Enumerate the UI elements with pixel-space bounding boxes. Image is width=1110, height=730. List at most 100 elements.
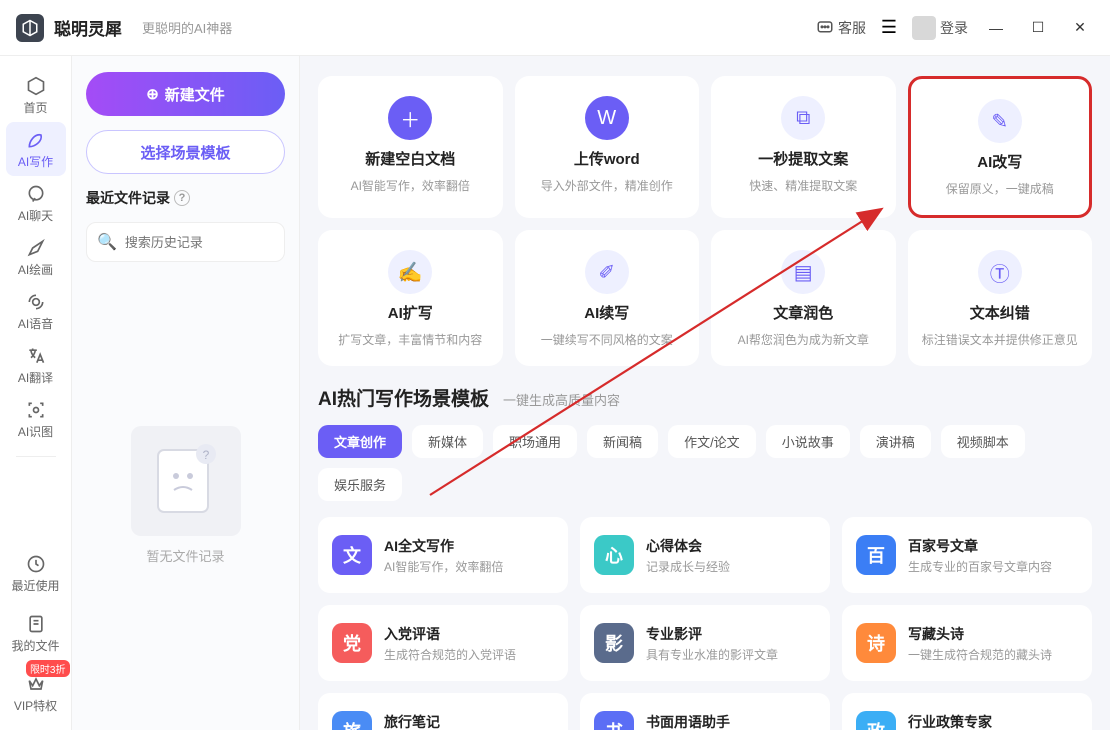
tab-5[interactable]: 小说故事 [766, 425, 850, 458]
app-name: 聪明灵犀 [54, 15, 122, 40]
feature-card-3[interactable]: ✎AI改写保留原义，一键成稿 [908, 76, 1093, 218]
feature-desc: AI智能写作，效率翻倍 [351, 177, 470, 194]
feature-title: 文章润色 [773, 302, 833, 323]
tab-6[interactable]: 演讲稿 [860, 425, 931, 458]
nav-label: VIP特权 [14, 697, 57, 714]
template-item-8[interactable]: 政行业政策专家根据行业名称提供政策框架 [842, 693, 1092, 730]
feature-icon: ✐ [585, 250, 629, 294]
menu-icon[interactable]: ☰ [880, 19, 898, 37]
feature-card-2[interactable]: ⧉一秒提取文案快速、精准提取文案 [711, 76, 896, 218]
search-input[interactable] [125, 235, 301, 250]
empty-text: 暂无文件记录 [146, 546, 224, 565]
new-file-label: 新建文件 [165, 84, 225, 105]
template-icon: 影 [594, 623, 634, 663]
pick-template-label: 选择场景模板 [140, 145, 230, 162]
nav-item-brush[interactable]: AI绘画 [6, 230, 66, 284]
nav-label: AI写作 [18, 153, 53, 170]
nav-label: AI识图 [18, 423, 53, 440]
feature-title: 上传word [574, 148, 640, 169]
template-item-7[interactable]: 书书面用语助手高效智能写作好帮手 [580, 693, 830, 730]
tab-3[interactable]: 新闻稿 [587, 425, 658, 458]
template-icon: 党 [332, 623, 372, 663]
feature-icon: Ⓣ [978, 250, 1022, 294]
tab-2[interactable]: 职场通用 [493, 425, 577, 458]
empty-state: ? 暂无文件记录 [86, 276, 285, 714]
tab-8[interactable]: 娱乐服务 [318, 468, 402, 501]
feature-card-0[interactable]: ＋新建空白文档AI智能写作，效率翻倍 [318, 76, 503, 218]
template-icon: 诗 [856, 623, 896, 663]
template-title: 旅行笔记 [384, 712, 504, 730]
nav-label: 最近使用 [11, 577, 59, 594]
feature-desc: 扩写文章，丰富情节和内容 [338, 331, 482, 348]
template-item-5[interactable]: 诗写藏头诗一键生成符合规范的藏头诗 [842, 605, 1092, 681]
feature-title: AI扩写 [388, 302, 433, 323]
audio-icon [25, 291, 47, 313]
app-subtitle: 更聪明的AI神器 [142, 18, 232, 37]
file-icon [25, 613, 47, 635]
app-logo: 聪明灵犀 更聪明的AI神器 [16, 14, 232, 42]
sidebar-nav: 首页 AI写作 AI聊天 AI绘画 AI语音 AI翻译 AI识图 最近使用我的文件 VIP特权… [0, 56, 72, 730]
pen-icon [25, 129, 47, 151]
nav-label: 我的文件 [11, 637, 59, 654]
template-item-6[interactable]: 旅旅行笔记高效记录旅行中的点滴 [318, 693, 568, 730]
support-button[interactable]: 客服 [816, 18, 866, 38]
template-desc: 记录成长与经验 [646, 558, 730, 575]
feature-icon: ▤ [781, 250, 825, 294]
template-item-2[interactable]: 百百家号文章生成专业的百家号文章内容 [842, 517, 1092, 593]
section-subtitle: 一键生成高质量内容 [503, 390, 620, 409]
nav-label: AI语音 [18, 315, 53, 332]
nav-item-home[interactable]: 首页 [6, 68, 66, 122]
home-icon [25, 75, 47, 97]
login-button[interactable]: 登录 [912, 16, 968, 40]
feature-icon: ✍ [388, 250, 432, 294]
feature-desc: 一键续写不同风格的文案 [541, 331, 673, 348]
feature-title: 文本纠错 [970, 302, 1030, 323]
pick-template-button[interactable]: 选择场景模板 [86, 130, 285, 174]
scan-icon [25, 399, 47, 421]
search-icon: 🔍 [97, 232, 117, 252]
nav-label: AI绘画 [18, 261, 53, 278]
close-button[interactable]: ✕ [1066, 14, 1094, 42]
nav-item-file[interactable]: 我的文件 [6, 606, 66, 660]
support-label: 客服 [838, 18, 866, 38]
app-logo-icon [16, 14, 44, 42]
feature-icon: ✎ [978, 99, 1022, 143]
nav-item-pen[interactable]: AI写作 [6, 122, 66, 176]
tab-1[interactable]: 新媒体 [412, 425, 483, 458]
template-item-0[interactable]: 文AI全文写作AI智能写作，效率翻倍 [318, 517, 568, 593]
template-item-4[interactable]: 影专业影评具有专业水准的影评文章 [580, 605, 830, 681]
tab-0[interactable]: 文章创作 [318, 425, 402, 458]
template-title: 心得体会 [646, 536, 730, 556]
template-item-1[interactable]: 心心得体会记录成长与经验 [580, 517, 830, 593]
template-title: 行业政策专家 [908, 712, 1052, 730]
help-icon[interactable]: ? [174, 190, 190, 206]
login-label: 登录 [940, 18, 968, 38]
nav-item-scan[interactable]: AI识图 [6, 392, 66, 446]
search-box[interactable]: 🔍 [86, 222, 285, 262]
feature-card-7[interactable]: Ⓣ文本纠错标注错误文本并提供修正意见 [908, 230, 1093, 366]
template-icon: 旅 [332, 711, 372, 730]
template-title: 入党评语 [384, 624, 516, 644]
template-desc: AI智能写作，效率翻倍 [384, 558, 503, 575]
feature-card-5[interactable]: ✐AI续写一键续写不同风格的文案 [515, 230, 700, 366]
template-icon: 文 [332, 535, 372, 575]
avatar-icon [912, 16, 936, 40]
category-tabs: 文章创作新媒体职场通用新闻稿作文/论文小说故事演讲稿视频脚本娱乐服务 [318, 425, 1092, 501]
feature-card-6[interactable]: ▤文章润色AI帮您润色为成为新文章 [711, 230, 896, 366]
feature-card-1[interactable]: W上传word导入外部文件，精准创作 [515, 76, 700, 218]
nav-item-history[interactable]: 最近使用 [6, 546, 66, 600]
feature-card-4[interactable]: ✍ AI扩写扩写文章，丰富情节和内容 [318, 230, 503, 366]
nav-label: AI翻译 [18, 369, 53, 386]
maximize-button[interactable]: ☐ [1024, 14, 1052, 42]
feature-title: 一秒提取文案 [758, 148, 848, 169]
nav-item-audio[interactable]: AI语音 [6, 284, 66, 338]
nav-item-translate[interactable]: AI翻译 [6, 338, 66, 392]
tab-7[interactable]: 视频脚本 [941, 425, 1025, 458]
nav-item-chat[interactable]: AI聊天 [6, 176, 66, 230]
tab-4[interactable]: 作文/论文 [668, 425, 756, 458]
feature-desc: 保留原义，一键成稿 [946, 180, 1054, 197]
minimize-button[interactable]: — [982, 14, 1010, 42]
template-item-3[interactable]: 党入党评语生成符合规范的入党评语 [318, 605, 568, 681]
new-file-button[interactable]: ⊕ 新建文件 [86, 72, 285, 116]
empty-illustration-icon: ? [131, 426, 241, 536]
